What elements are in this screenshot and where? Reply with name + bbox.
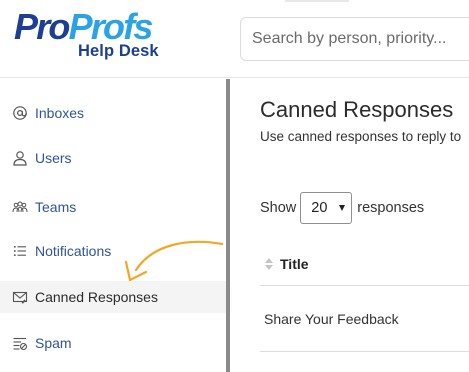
sidebar-item-label: Users [35, 150, 72, 166]
sidebar-item-inboxes[interactable]: Inboxes [0, 97, 226, 129]
sidebar-item-label: Notifications [35, 243, 112, 259]
sidebar-item-teams[interactable]: Teams [0, 191, 226, 223]
search-input[interactable] [241, 18, 469, 60]
logo-subtitle: Help Desk [78, 42, 159, 60]
responses-label: responses [357, 200, 425, 216]
sidebar-item-label: Teams [35, 199, 77, 215]
page-title: Canned Responses [260, 97, 454, 122]
canned-responses-table: Title Share Your Feedback [260, 243, 469, 352]
user-icon [12, 150, 28, 166]
page-size-control: Show 20 responses [260, 192, 424, 224]
annotation-arrow-icon [124, 240, 224, 282]
main-content: Canned Responses Use canned responses to… [230, 79, 469, 372]
search-box[interactable] [240, 17, 469, 61]
proprofs-logo[interactable]: ProProfs Help Desk [14, 8, 174, 64]
logo-wordmark: ProProfs [14, 6, 154, 47]
team-icon [12, 199, 28, 215]
sidebar-item-label: Inboxes [35, 105, 85, 121]
sort-icon[interactable] [264, 256, 274, 272]
header-divider [285, 0, 349, 2]
envelope-icon [12, 289, 28, 305]
sidebar-item-users[interactable]: Users [0, 142, 226, 174]
table-header-title[interactable]: Title [260, 243, 469, 286]
table-row[interactable]: Share Your Feedback [260, 286, 469, 352]
table-cell-title[interactable]: Share Your Feedback [264, 311, 399, 327]
sidebar-item-label: Spam [35, 335, 72, 351]
page-subtitle: Use canned responses to reply to [260, 129, 462, 144]
page-size-value: 20 [311, 200, 328, 216]
at-icon [12, 105, 28, 121]
show-label: Show [260, 200, 297, 216]
caret-down-icon [339, 205, 346, 211]
sidebar-item-spam[interactable]: Spam [0, 327, 226, 359]
column-header-label: Title [280, 256, 309, 272]
settings-sidebar: Inboxes Users Teams Notifications Canned… [0, 79, 226, 372]
app-header: ProProfs Help Desk [0, 0, 469, 78]
page-size-select[interactable]: 20 [300, 192, 353, 224]
logo-pro-text: Pro [14, 6, 70, 47]
logo-profs-text: Profs [68, 6, 154, 47]
spam-filter-icon [12, 335, 28, 351]
list-icon [12, 243, 28, 259]
